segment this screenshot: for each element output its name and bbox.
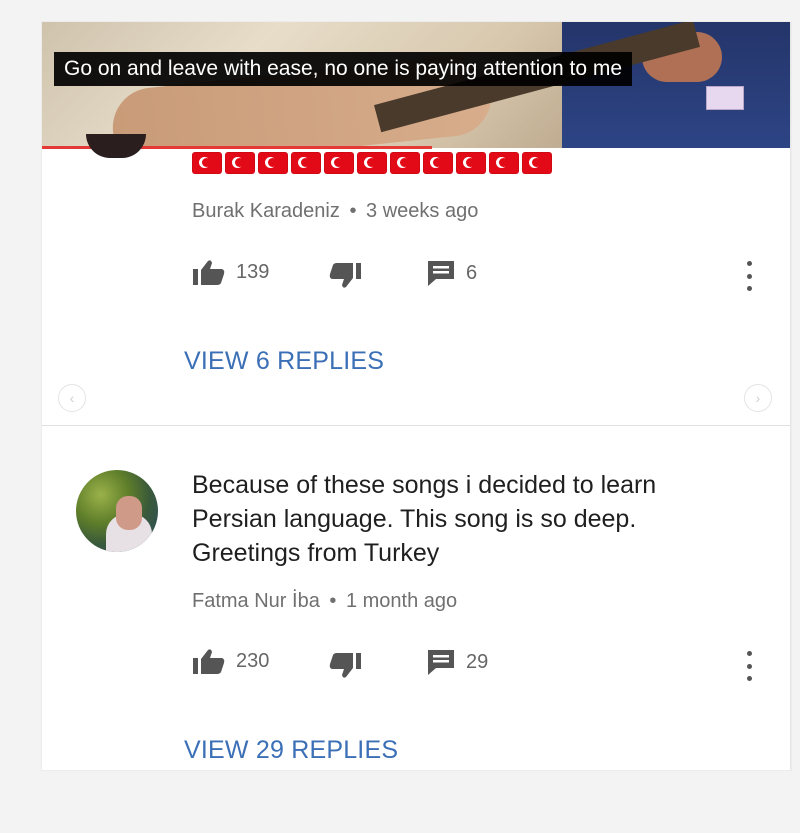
turkey-flag-icon [522, 152, 552, 174]
like-button[interactable]: 139 [192, 258, 269, 286]
thumbs-up-icon [192, 647, 226, 675]
view-replies-link[interactable]: VIEW 6 REPLIES [184, 347, 384, 376]
dislike-button[interactable] [328, 262, 362, 290]
video-player[interactable]: Go on and leave with ease, no one is pay… [42, 22, 790, 148]
reply-comment-icon [426, 647, 456, 677]
like-count: 139 [236, 260, 270, 283]
turkey-flag-icon [225, 152, 255, 174]
turkey-flag-icon [456, 152, 486, 174]
turkey-flag-icon [192, 152, 222, 174]
turkey-flag-icon [324, 152, 354, 174]
chevron-left-icon[interactable]: ‹ [58, 384, 86, 412]
like-button[interactable]: 230 [192, 647, 269, 675]
video-subtitle: Go on and leave with ease, no one is pay… [54, 52, 633, 86]
comment-time: 3 weeks ago [366, 200, 479, 222]
comment-author[interactable]: Fatma Nur İba [192, 590, 320, 612]
avatar[interactable] [76, 470, 158, 552]
reply-count: 6 [466, 261, 478, 284]
reply-button[interactable]: 6 [426, 258, 477, 288]
turkey-flag-icon [357, 152, 387, 174]
meta-separator: • [329, 590, 337, 612]
turkey-flag-icon [390, 152, 420, 174]
reply-button[interactable]: 29 [426, 647, 488, 677]
view-replies-link[interactable]: VIEW 29 REPLIES [184, 736, 398, 765]
comments-card: Go on and leave with ease, no one is pay… [42, 22, 791, 770]
turkey-flag-icon [489, 152, 519, 174]
thumbs-down-icon [328, 262, 362, 290]
meta-separator: • [349, 200, 357, 222]
reply-count: 29 [466, 650, 489, 673]
turkey-flag-icon [423, 152, 453, 174]
dislike-button[interactable] [328, 652, 362, 680]
comment-flag-emojis [192, 152, 552, 174]
comment-meta: Fatma Nur İba • 1 month ago [192, 590, 457, 613]
more-vert-icon[interactable] [739, 651, 759, 681]
thumbs-up-icon [192, 258, 226, 286]
comment-author[interactable]: Burak Karadeniz [192, 200, 340, 222]
turkey-flag-icon [291, 152, 321, 174]
comment-meta: Burak Karadeniz • 3 weeks ago [192, 200, 478, 223]
reply-comment-icon [426, 258, 456, 288]
more-vert-icon[interactable] [739, 261, 759, 291]
avatar[interactable] [86, 134, 146, 158]
divider [42, 425, 790, 426]
video-frame-stamp [706, 86, 744, 110]
turkey-flag-icon [258, 152, 288, 174]
comment-time: 1 month ago [345, 590, 458, 612]
chevron-right-icon[interactable]: › [744, 384, 772, 412]
comment-text: Because of these songs i decided to lear… [192, 471, 657, 567]
thumbs-down-icon [328, 652, 362, 680]
like-count: 230 [236, 649, 270, 672]
